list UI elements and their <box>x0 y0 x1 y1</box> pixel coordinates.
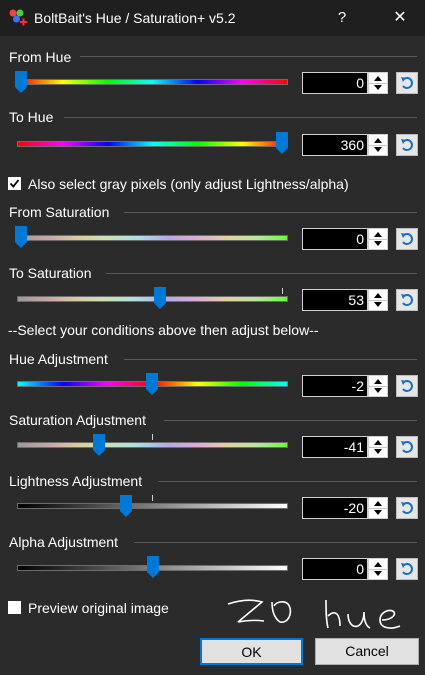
close-button[interactable]: ✕ <box>386 6 414 30</box>
from-saturation-value[interactable]: 0 <box>302 228 368 250</box>
to-saturation-spinner[interactable] <box>368 289 388 311</box>
lightness-adjustment-reset-button[interactable] <box>396 497 418 519</box>
saturation-adjustment-reset-button[interactable] <box>396 436 418 458</box>
from-hue-spinner[interactable] <box>368 72 388 94</box>
to-hue-reset-button[interactable] <box>396 134 418 156</box>
reset-arrow-icon <box>401 139 413 151</box>
alpha-adjustment-value[interactable]: 0 <box>302 558 368 580</box>
reset-arrow-icon <box>401 441 413 453</box>
hue-adjustment-spinner[interactable] <box>368 375 388 397</box>
from-hue-label: From Hue <box>9 49 72 65</box>
hue-adjustment-label: Hue Adjustment <box>9 351 108 367</box>
hue-adjustment-slider-thumb[interactable] <box>146 373 158 395</box>
reset-arrow-icon <box>401 380 413 392</box>
conditions-note: --Select your conditions above then adju… <box>8 322 319 338</box>
separator <box>164 420 417 421</box>
cancel-button[interactable]: Cancel <box>315 638 419 665</box>
lightness-adjustment-label: Lightness Adjustment <box>9 473 143 489</box>
title-bar: BoltBait's Hue / Saturation+ v5.2 ? ✕ <box>0 0 425 36</box>
from-saturation-slider-thumb[interactable] <box>15 226 27 248</box>
alpha-adjustment-reset-button[interactable] <box>396 558 418 580</box>
from-hue-reset-button[interactable] <box>396 72 418 94</box>
help-button[interactable]: ? <box>330 6 354 30</box>
from-saturation-track[interactable] <box>17 235 288 241</box>
separator <box>106 273 417 274</box>
saturation-adjustment-label: Saturation Adjustment <box>9 412 146 428</box>
to-hue-label: To Hue <box>9 109 54 125</box>
reset-arrow-icon <box>401 294 413 306</box>
to-hue-value[interactable]: 360 <box>302 134 368 156</box>
separator <box>158 481 417 482</box>
to-saturation-slider-thumb[interactable] <box>154 287 166 309</box>
hue-adjustment-value[interactable]: -2 <box>302 375 368 397</box>
reset-arrow-icon <box>401 77 413 89</box>
to-hue-spinner[interactable] <box>368 134 388 156</box>
lightness-adjustment-slider-thumb[interactable] <box>120 495 132 517</box>
checkmark-icon <box>9 179 20 188</box>
saturation-adjustment-spinner[interactable] <box>368 436 388 458</box>
to-hue-slider-thumb[interactable] <box>276 132 288 154</box>
alpha-adjustment-label: Alpha Adjustment <box>9 534 118 550</box>
window-title: BoltBait's Hue / Saturation+ v5.2 <box>34 10 236 26</box>
saturation-adjustment-value[interactable]: -41 <box>302 436 368 458</box>
preview-original-checkbox[interactable] <box>8 601 21 614</box>
to-hue-track[interactable] <box>17 141 288 147</box>
gray-pixels-checkbox-label[interactable]: Also select gray pixels (only adjust Lig… <box>28 176 349 192</box>
to-saturation-label: To Saturation <box>9 265 92 281</box>
from-saturation-reset-button[interactable] <box>396 228 418 250</box>
from-hue-track[interactable] <box>17 79 288 85</box>
separator <box>80 56 417 57</box>
to-saturation-reset-button[interactable] <box>396 289 418 311</box>
reset-arrow-icon <box>401 233 413 245</box>
slider-tick <box>152 495 153 501</box>
slider-tick <box>152 434 153 440</box>
alpha-adjustment-slider-thumb[interactable] <box>147 556 159 578</box>
hue-adjustment-reset-button[interactable] <box>396 375 418 397</box>
handwritten-scribble <box>227 599 401 629</box>
app-icon <box>9 9 27 26</box>
from-saturation-label: From Saturation <box>9 204 110 220</box>
lightness-adjustment-track[interactable] <box>17 503 288 509</box>
slider-tick <box>282 288 283 294</box>
separator <box>64 117 417 118</box>
saturation-adjustment-track[interactable] <box>17 442 288 448</box>
separator <box>134 542 417 543</box>
saturation-adjustment-slider-thumb[interactable] <box>93 434 105 456</box>
to-saturation-track[interactable] <box>17 296 288 302</box>
lightness-adjustment-value[interactable]: -20 <box>302 497 368 519</box>
separator <box>124 359 417 360</box>
preview-original-checkbox-label[interactable]: Preview original image <box>28 600 169 616</box>
lightness-adjustment-spinner[interactable] <box>368 497 388 519</box>
alpha-adjustment-spinner[interactable] <box>368 558 388 580</box>
from-hue-slider-thumb[interactable] <box>15 71 27 93</box>
from-hue-value[interactable]: 0 <box>302 72 368 94</box>
reset-arrow-icon <box>401 502 413 514</box>
reset-arrow-icon <box>401 563 413 575</box>
to-saturation-value[interactable]: 53 <box>302 289 368 311</box>
gray-pixels-checkbox[interactable] <box>8 177 21 190</box>
separator <box>124 212 417 213</box>
ok-button[interactable]: OK <box>200 638 303 665</box>
from-saturation-spinner[interactable] <box>368 228 388 250</box>
